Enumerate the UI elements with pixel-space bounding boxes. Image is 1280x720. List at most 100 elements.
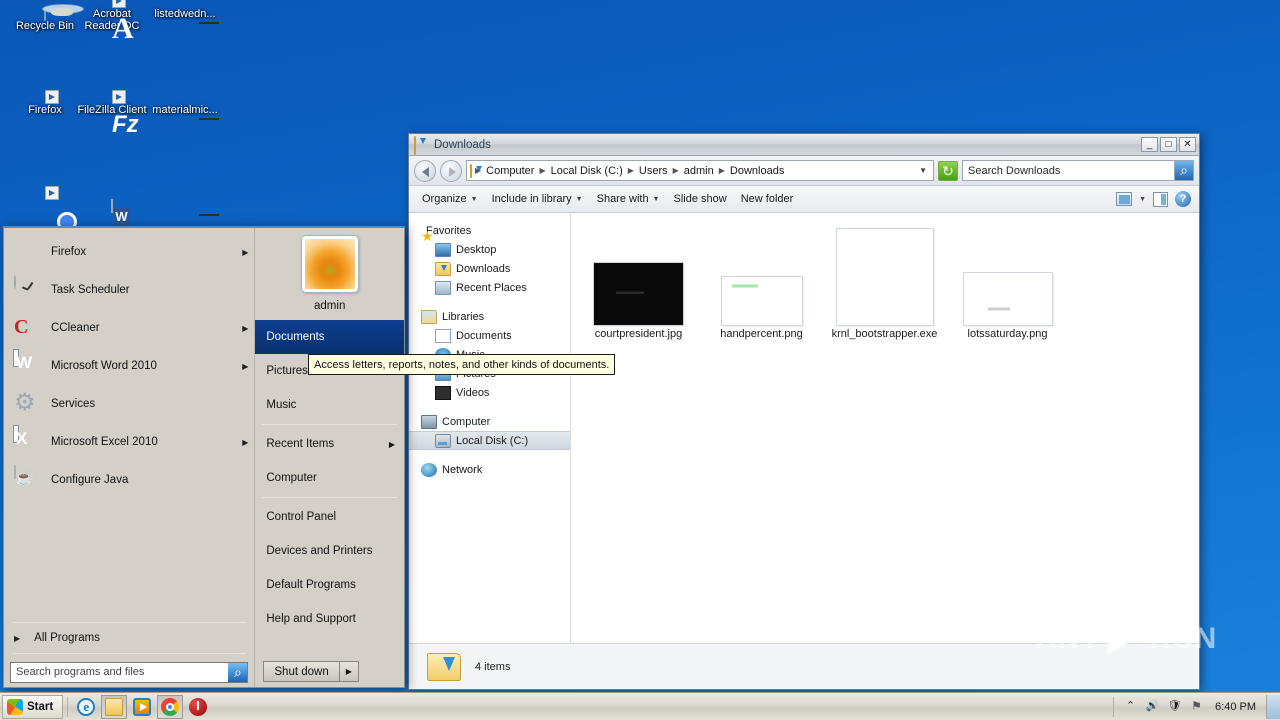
help-icon[interactable]: [1175, 191, 1191, 207]
explorer-window[interactable]: Downloads _ □ ✕ ▶ Computer ▶ Local Disk …: [408, 133, 1200, 690]
start-menu-program-configure-java[interactable]: Configure Java: [4, 461, 254, 499]
close-button[interactable]: ✕: [1179, 137, 1196, 152]
file-item[interactable]: lotssaturday.png: [946, 217, 1069, 343]
start-menu-place-label: Devices and Printers: [266, 545, 373, 557]
slide-show-button[interactable]: Slide show: [667, 190, 734, 208]
shutdown-button[interactable]: Shut down ▶: [263, 661, 359, 682]
back-button[interactable]: [414, 159, 436, 182]
speaker-icon[interactable]: [1145, 699, 1160, 714]
breadcrumb-admin[interactable]: admin: [682, 165, 716, 177]
start-search-input[interactable]: Search programs and files: [10, 661, 249, 683]
documents-icon: [435, 328, 451, 343]
pinned-programs-list[interactable]: Firefox▶Task SchedulerCCleaner▶Microsoft…: [4, 228, 254, 619]
navigation-pane[interactable]: Favorites Desktop Downloads Recent Places Li…: [409, 213, 571, 643]
address-dropdown-icon[interactable]: ▼: [919, 166, 930, 175]
breadcrumb-local-disk[interactable]: Local Disk (C:): [549, 165, 625, 177]
file-item[interactable]: handpercent.png: [700, 217, 823, 343]
window-title: Downloads: [434, 138, 491, 151]
start-menu-place-label: Documents: [266, 331, 325, 343]
refresh-icon[interactable]: [938, 160, 958, 181]
show-desktop-button[interactable]: [1266, 694, 1280, 719]
search-icon[interactable]: [1174, 161, 1193, 180]
start-menu-place-label: Music: [266, 399, 297, 411]
desktop-icon-black-thumbnail[interactable]: listedwedn...: [148, 8, 222, 20]
navpane-item-videos[interactable]: Videos: [409, 383, 570, 402]
start-menu-program-services[interactable]: Services: [4, 385, 254, 423]
navpane-item-label: Documents: [456, 329, 512, 342]
java-icon: [13, 465, 41, 494]
taskbar-button-internet-explorer[interactable]: [73, 695, 99, 719]
start-menu-program-microsoft-word-2010[interactable]: Microsoft Word 2010 ▶: [4, 347, 254, 385]
breadcrumb-computer[interactable]: Computer: [484, 165, 536, 177]
taskbar-button-windows-explorer[interactable]: [101, 694, 128, 719]
clock[interactable]: 6:40 PM: [1211, 701, 1260, 713]
chevron-right-icon[interactable]: ▶: [340, 667, 358, 676]
start-menu-place-devices-and-printers[interactable]: Devices and Printers: [255, 534, 404, 568]
start-menu-program-label: CCleaner: [51, 322, 100, 334]
all-programs-button[interactable]: ▶ All Programs: [4, 626, 254, 650]
desktop-icon-recycle-bin[interactable]: Recycle Bin: [8, 7, 82, 32]
start-menu-place-control-panel[interactable]: Control Panel: [255, 500, 404, 534]
divider: [12, 622, 247, 623]
start-menu-program-task-scheduler[interactable]: Task Scheduler: [4, 271, 254, 309]
navpane-item-recent-places[interactable]: Recent Places: [409, 278, 570, 297]
local-disk-icon: [435, 433, 451, 448]
all-programs-label: All Programs: [34, 632, 100, 644]
search-input[interactable]: Search Downloads: [962, 160, 1194, 181]
taskbar-button-stop-process[interactable]: [185, 695, 211, 719]
desktop-icon-firefox[interactable]: Firefox: [8, 90, 82, 116]
maximize-button[interactable]: □: [1160, 137, 1177, 152]
videos-icon: [435, 385, 451, 400]
start-menu-place-documents[interactable]: Documents: [255, 320, 404, 354]
navpane-item-favorites[interactable]: Favorites: [409, 221, 570, 245]
navpane-item-computer[interactable]: Computer: [409, 412, 570, 431]
shortcut-overlay-icon: [112, 0, 126, 8]
chevron-up-icon[interactable]: [1123, 699, 1138, 714]
desktop-icon-acrobat-reader[interactable]: Acrobat Reader DC: [75, 0, 149, 32]
organize-button[interactable]: Organize ▼: [415, 190, 485, 208]
explorer-title-bar[interactable]: Downloads _ □ ✕: [409, 134, 1199, 156]
preview-pane-icon[interactable]: [1153, 191, 1168, 207]
chevron-down-icon[interactable]: ▼: [1139, 196, 1146, 203]
change-view-icon[interactable]: [1116, 192, 1133, 206]
flag-icon[interactable]: [1189, 699, 1204, 714]
shield-icon[interactable]: [1167, 699, 1182, 714]
avatar[interactable]: [301, 236, 358, 292]
start-menu-place-default-programs[interactable]: Default Programs: [255, 568, 404, 602]
file-item[interactable]: courtpresident.jpg: [577, 217, 700, 343]
navpane-item-documents[interactable]: Documents: [409, 326, 570, 345]
divider: [1113, 696, 1115, 717]
address-bar[interactable]: ▶ Computer ▶ Local Disk (C:) ▶ Users ▶ a…: [466, 160, 934, 181]
start-menu-place-help-and-support[interactable]: Help and Support: [255, 602, 404, 636]
navpane-item-local-disk-c[interactable]: Local Disk (C:): [409, 431, 570, 450]
minimize-button[interactable]: _: [1141, 137, 1158, 152]
taskbar-button-media-player[interactable]: [129, 695, 155, 719]
start-menu-place-computer[interactable]: Computer: [255, 461, 404, 495]
desktop-icon-word-document[interactable]: [75, 199, 149, 213]
share-with-button[interactable]: Share with ▼: [590, 190, 667, 208]
start-menu-place-recent-items[interactable]: Recent Items ▶: [255, 427, 404, 461]
file-list[interactable]: courtpresident.jpg handpercent.png krnl_bo…: [571, 213, 1199, 643]
breadcrumb-users[interactable]: Users: [637, 165, 670, 177]
libraries-icon: [421, 309, 437, 324]
start-menu-program-microsoft-excel-2010[interactable]: Microsoft Excel 2010 ▶: [4, 423, 254, 461]
new-folder-button[interactable]: New folder: [734, 190, 801, 208]
navpane-item-network[interactable]: Network: [409, 460, 570, 479]
desktop-icon-filezilla[interactable]: FileZilla Client: [75, 90, 149, 116]
start-menu-place-music[interactable]: Music: [255, 388, 404, 422]
include-in-library-button[interactable]: Include in library ▼: [485, 190, 590, 208]
start-button[interactable]: Start: [2, 694, 64, 719]
file-item[interactable]: krnl_bootstrapper.exe: [823, 217, 946, 343]
search-icon[interactable]: [228, 662, 248, 682]
start-menu-program-firefox[interactable]: Firefox ▶: [4, 233, 254, 271]
start-menu-program-ccleaner[interactable]: CCleaner ▶: [4, 309, 254, 347]
taskbar-button-google-chrome[interactable]: [157, 694, 184, 719]
breadcrumb-downloads[interactable]: Downloads: [728, 165, 786, 177]
excel-icon: [13, 426, 41, 456]
navpane-item-downloads[interactable]: Downloads: [409, 259, 570, 278]
desktop-icon-black-thumbnail[interactable]: materialmic...: [148, 104, 222, 116]
forward-button[interactable]: [440, 159, 462, 182]
navpane-item-libraries[interactable]: Libraries: [409, 307, 570, 326]
start-menu[interactable]: Firefox▶Task SchedulerCCleaner▶Microsoft…: [3, 226, 405, 688]
start-menu-place-label: Recent Items: [266, 438, 335, 450]
